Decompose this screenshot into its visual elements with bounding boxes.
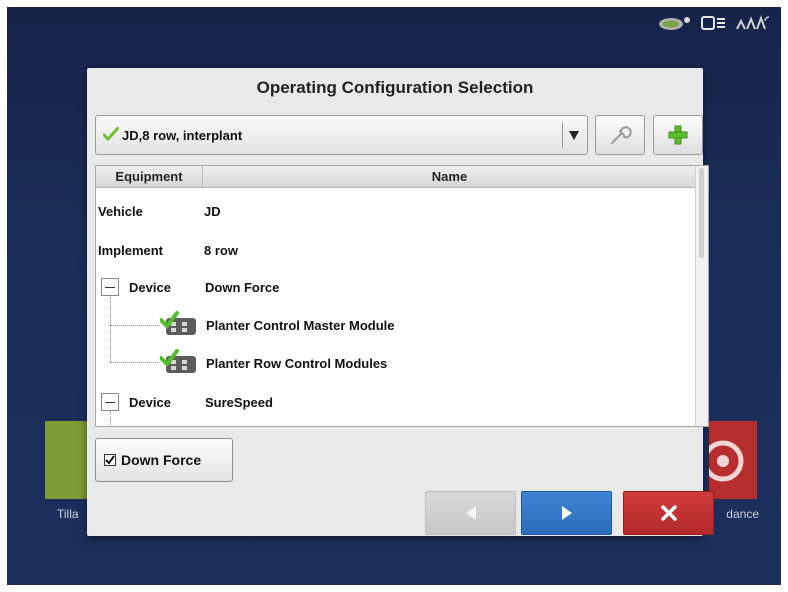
left-arrow-icon — [465, 506, 476, 520]
right-arrow-icon — [561, 506, 572, 520]
close-icon — [660, 505, 677, 521]
display-status-icon — [701, 15, 727, 31]
cancel-button[interactable] — [623, 491, 714, 535]
tree-row-implement[interactable]: Implement 8 row — [96, 243, 696, 263]
name-cell: 8 row — [204, 243, 238, 258]
next-button[interactable] — [521, 491, 612, 535]
add-configuration-button[interactable] — [653, 115, 703, 155]
plus-icon — [668, 125, 688, 145]
back-button[interactable] — [425, 491, 516, 535]
dropdown-separator — [562, 122, 563, 148]
tree-row-device-surespeed[interactable]: Device SureSpeed — [96, 395, 696, 415]
operating-configuration-dialog: Operating Configuration Selection JD,8 r… — [87, 68, 714, 536]
dialog-title: Operating Configuration Selection — [256, 78, 534, 97]
checkmark-icon — [105, 455, 115, 465]
tillage-app-label: Tilla — [57, 507, 79, 521]
tree-row-device-down-force[interactable]: Device Down Force — [96, 280, 696, 300]
equipment-cell: Implement — [98, 243, 164, 258]
configuration-dropdown[interactable]: JD,8 row, interplant — [95, 115, 588, 155]
equipment-cell: Device — [129, 395, 171, 410]
dropdown-arrow-icon — [569, 131, 579, 140]
equipment-cell: Vehicle — [98, 204, 143, 219]
wrench-icon — [611, 126, 632, 144]
tillage-app-tile[interactable] — [45, 421, 93, 499]
equipment-cell: Device — [129, 280, 171, 295]
guidance-app-tile[interactable] — [702, 421, 757, 499]
selected-configuration: JD,8 row, interplant — [122, 128, 243, 143]
wireless-signal-icon — [735, 15, 771, 31]
tree-row-vehicle[interactable]: Vehicle JD — [96, 204, 696, 224]
name-cell: Planter Control Master Module — [206, 318, 395, 333]
tree-row-module[interactable]: Planter Control Master Module — [96, 318, 696, 338]
edit-configuration-button[interactable] — [595, 115, 645, 155]
name-cell: Down Force — [205, 280, 280, 295]
down-force-label: Down Force — [121, 452, 202, 468]
check-icon — [102, 126, 120, 146]
steering-wheel-icon — [702, 440, 744, 482]
name-cell: Planter Row Control Modules — [206, 356, 388, 371]
name-cell: SureSpeed — [205, 395, 273, 410]
tree-connector — [110, 411, 111, 426]
guidance-app-label: dance — [726, 507, 759, 521]
status-bar — [657, 15, 771, 31]
down-force-checkbox[interactable] — [104, 454, 116, 466]
gps-receiver-icon — [657, 15, 693, 31]
vertical-scrollbar[interactable] — [695, 166, 708, 426]
display-screen: Tilla dance Operating Configuration Sele… — [7, 7, 781, 585]
table-header: Equipment Name — [96, 166, 696, 188]
column-header-name[interactable]: Name — [203, 166, 696, 187]
column-header-equipment[interactable]: Equipment — [96, 166, 203, 187]
down-force-toggle-button[interactable]: Down Force — [95, 438, 233, 482]
equipment-tree-panel[interactable]: Equipment Name Vehicle JD Implement 8 ro… — [95, 165, 709, 427]
name-cell: JD — [204, 204, 221, 219]
scrollbar-thumb[interactable] — [699, 168, 704, 258]
tree-row-module[interactable]: Planter Row Control Modules — [96, 356, 696, 376]
